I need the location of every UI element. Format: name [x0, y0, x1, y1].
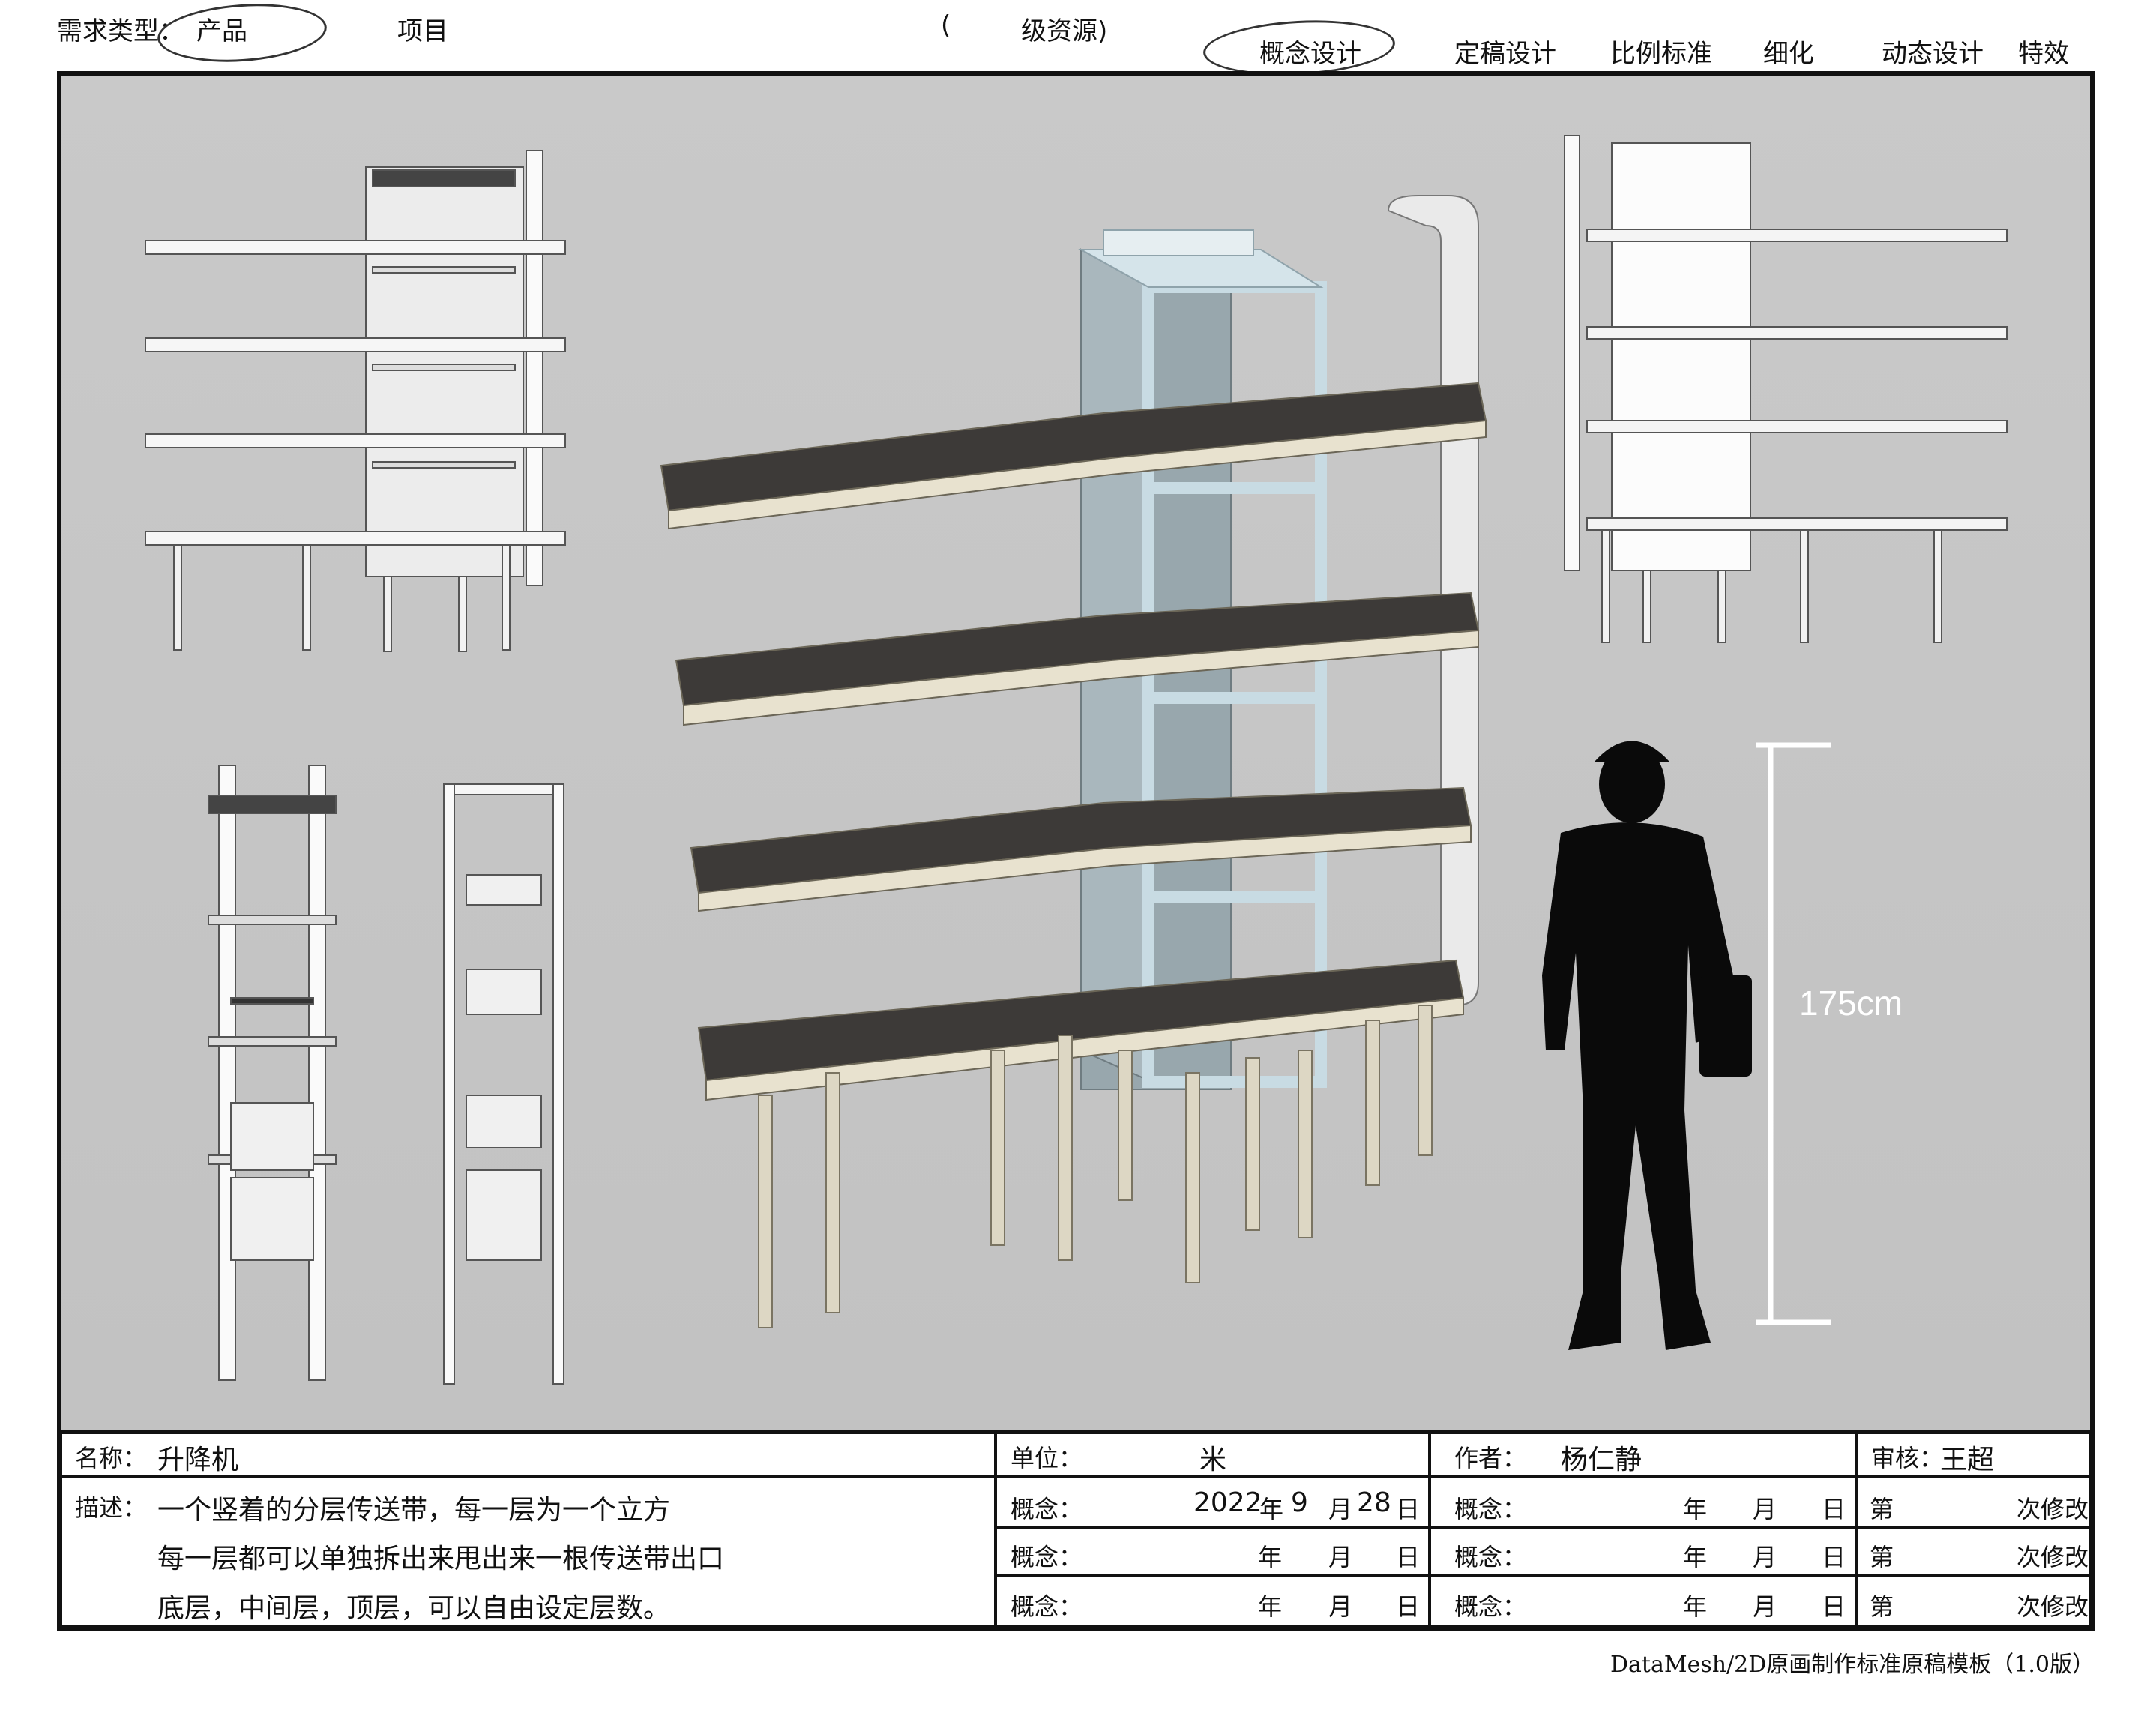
- concept-label-4: 概念：: [1454, 1495, 1527, 1523]
- unit-label: 单位：: [1011, 1444, 1083, 1472]
- lift-illustration: [61, 76, 2090, 1430]
- revision-suffix-2: 次修改: [2017, 1543, 2089, 1571]
- table-line-1: [57, 1475, 2095, 1478]
- stage-final-design[interactable]: 定稿设计: [1454, 33, 1556, 70]
- review-value: 王超: [1940, 1445, 1995, 1475]
- description-line-1: 一个竖着的分层传送带，每一层为一个立方: [157, 1495, 671, 1526]
- stage-concept-design[interactable]: 概念设计: [1259, 33, 1361, 70]
- illustration-canvas: 175cm: [61, 76, 2090, 1430]
- concept-label-5: 概念：: [1454, 1543, 1527, 1571]
- name-value: 升降机: [157, 1445, 239, 1475]
- author-label: 作者：: [1454, 1444, 1527, 1472]
- author-value: 杨仁静: [1561, 1445, 1642, 1475]
- template-footer: DataMesh/2D原画制作标准原稿模板（1.0版）: [1610, 1652, 2095, 1678]
- revision-suffix-3: 次修改: [2017, 1592, 2089, 1621]
- revision-suffix-1: 次修改: [2017, 1495, 2089, 1523]
- stage-refinement[interactable]: 细化: [1763, 33, 1814, 70]
- demand-project[interactable]: 项目: [397, 10, 448, 47]
- date-month: 9: [1291, 1487, 1308, 1518]
- description-label: 描述：: [75, 1493, 148, 1522]
- concept-label-2: 概念：: [1011, 1543, 1083, 1571]
- unit-value: 米: [1199, 1445, 1227, 1475]
- stage-effects[interactable]: 特效: [2018, 33, 2069, 70]
- level-open-paren: (: [941, 10, 951, 40]
- date-day: 28: [1357, 1487, 1391, 1518]
- concept-label-6: 概念：: [1454, 1592, 1527, 1621]
- revision-prefix-1: 第: [1870, 1495, 1894, 1523]
- description-line-2: 每一层都可以单独拆出来甩出来一根传送带出口: [157, 1544, 725, 1574]
- stage-dynamic-design[interactable]: 动态设计: [1882, 33, 1984, 70]
- date-year: 2022: [1193, 1487, 1262, 1518]
- concept-label-3: 概念：: [1011, 1592, 1083, 1621]
- concept-label-1: 概念：: [1011, 1495, 1083, 1523]
- stage-scale-standard[interactable]: 比例标准: [1610, 33, 1712, 70]
- review-label: 审核：: [1871, 1444, 1944, 1472]
- height-label: 175cm: [1799, 984, 1903, 1023]
- level-resource: 级资源): [1021, 16, 1108, 46]
- name-label: 名称：: [75, 1444, 148, 1472]
- revision-prefix-3: 第: [1870, 1592, 1894, 1621]
- description-line-3: 底层，中间层，顶层，可以自由设定层数。: [157, 1593, 671, 1624]
- table-top-line: [57, 1430, 2095, 1434]
- revision-prefix-2: 第: [1870, 1543, 1894, 1571]
